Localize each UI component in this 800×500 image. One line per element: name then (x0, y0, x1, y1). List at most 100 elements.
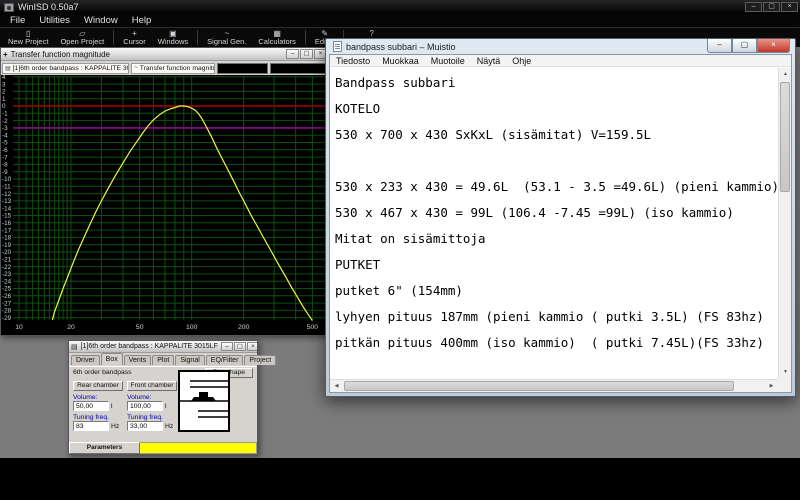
project-close-button[interactable]: × (247, 342, 257, 351)
front-tuning-field[interactable]: 33,00 (127, 421, 163, 431)
scroll-up-icon[interactable]: ▲ (779, 68, 792, 81)
project-window: ▤ [1]6th order bandpass : KAPPALITE 3015… (68, 340, 258, 455)
scroll-left-icon[interactable]: ◀ (330, 380, 343, 393)
notepad-menu-muokkaa[interactable]: Muokkaa (376, 56, 425, 66)
notepad-window: bandpass subbari – Muistio – ▢ × Tiedost… (325, 38, 796, 397)
menu-window[interactable]: Window (77, 15, 125, 26)
toolbar-button-open-project[interactable]: ▱Open Project (54, 28, 110, 47)
svg-text:2: 2 (2, 89, 6, 96)
front-chamber-panel: Front chamber Volume: 100,00 l Tuning fr… (127, 381, 177, 450)
svg-text:0: 0 (2, 103, 6, 110)
svg-text:-15: -15 (2, 213, 12, 220)
toolbar-separator (113, 30, 114, 45)
svg-text:-21: -21 (2, 257, 12, 264)
notepad-text: Bandpass subbari KOTELO 530 x 700 x 430 … (330, 68, 778, 356)
menu-file[interactable]: File (3, 15, 32, 26)
toolbar-button-new-project[interactable]: ▯New Project (2, 28, 54, 47)
project-maximize-button[interactable]: ▢ (234, 342, 246, 351)
horizontal-scroll-thumb[interactable] (344, 381, 734, 391)
svg-text:4: 4 (2, 75, 6, 81)
notepad-vertical-scrollbar[interactable]: ▲ ▼ (778, 68, 791, 379)
project-window-footer: Parameters (69, 442, 257, 454)
menu-help[interactable]: Help (125, 15, 159, 26)
notepad-maximize-button[interactable]: ▢ (732, 39, 757, 53)
front-tuning-label: Tuning freq. (127, 414, 177, 421)
cursor-readout-2 (270, 63, 328, 74)
notepad-menu-muotoile[interactable]: Muotoile (425, 56, 471, 66)
close-button[interactable]: × (781, 2, 798, 12)
svg-text:-27: -27 (2, 300, 12, 307)
notepad-menu-nayta[interactable]: Näytä (471, 56, 507, 66)
scrollbar-corner (778, 379, 791, 392)
toolbar-button-label: Calculators (258, 38, 296, 46)
svg-text:3: 3 (2, 81, 6, 88)
plot-minimize-button[interactable]: – (286, 49, 299, 59)
toolbar-button-label: Signal Gen. (207, 38, 246, 46)
front-chamber-header[interactable]: Front chamber (127, 381, 177, 391)
svg-text:-4: -4 (2, 132, 8, 139)
scroll-right-icon[interactable]: ▶ (765, 380, 778, 393)
svg-text:-26: -26 (2, 293, 12, 300)
menu-utilities[interactable]: Utilities (32, 15, 77, 26)
notepad-menu-ohje[interactable]: Ohje (506, 56, 537, 66)
project-minimize-button[interactable]: – (221, 342, 233, 351)
plot-window-title: Transfer function magnitude (11, 50, 110, 59)
plot-maximize-button[interactable]: ▢ (300, 49, 313, 59)
tab-eq-filter[interactable]: EQ/Filter (206, 355, 244, 365)
toolbar-button-label: Windows (158, 38, 188, 46)
graph-selector-dropdown[interactable]: ~ Transfer function magnitude ▸ (131, 63, 214, 74)
rear-volume-field[interactable]: 50,00 (73, 401, 109, 411)
plot-canvas[interactable]: 43210-1-2-3-4-5-6-7-8-9-10-11-12-13-14-1… (1, 75, 329, 335)
notepad-close-button[interactable]: × (757, 39, 790, 53)
tab-signal[interactable]: Signal (175, 355, 204, 365)
tab-driver[interactable]: Driver (71, 355, 100, 365)
toolbar-button-windows[interactable]: ▣Windows (152, 28, 194, 47)
notepad-icon (333, 41, 342, 52)
svg-text:-8: -8 (2, 162, 8, 169)
rear-chamber-header[interactable]: Rear chamber (73, 381, 123, 391)
toolbar-button-signal-gen-[interactable]: ~Signal Gen. (201, 28, 252, 47)
plot-window-icon: + (3, 50, 8, 59)
notepad-horizontal-scrollbar[interactable]: ◀ ▶ (330, 379, 778, 392)
winisd-app-icon (4, 3, 14, 12)
notepad-minimize-button[interactable]: – (707, 39, 732, 53)
front-volume-field[interactable]: 100,00 (127, 401, 163, 411)
toolbar-button-cursor[interactable]: +Cursor (117, 28, 152, 47)
parameters-button[interactable]: Parameters (69, 442, 140, 454)
svg-text:-9: -9 (2, 169, 8, 176)
svg-text:50: 50 (136, 324, 144, 331)
maximize-button[interactable]: ▢ (763, 2, 780, 12)
rear-tuning-unit: Hz (111, 423, 119, 430)
notepad-menu-tiedosto[interactable]: Tiedosto (330, 56, 376, 66)
box-tab-content: 6th order bandpass Box shape Rear chambe… (69, 366, 257, 442)
toolbar-button-label: Cursor (123, 38, 146, 46)
toolbar-button-calculators[interactable]: ▦Calculators (252, 28, 302, 47)
project-window-title: [1]6th order bandpass : KAPPALITE 3015LF (81, 343, 218, 350)
tab-plot[interactable]: Plot (152, 355, 174, 365)
project-window-titlebar: ▤ [1]6th order bandpass : KAPPALITE 3015… (69, 341, 257, 353)
box-cross-section-diagram (178, 370, 230, 432)
svg-text:-3: -3 (2, 125, 8, 132)
cursor-readout-1 (217, 63, 269, 74)
tab-project[interactable]: Project (244, 355, 276, 365)
rear-tuning-field[interactable]: 83 (73, 421, 109, 431)
project-color-bar (140, 442, 257, 454)
minimize-button[interactable]: – (745, 2, 762, 12)
notepad-text-area[interactable]: Bandpass subbari KOTELO 530 x 700 x 430 … (330, 68, 778, 379)
svg-text:-5: -5 (2, 140, 8, 147)
box-type-label: 6th order bandpass (73, 369, 132, 376)
winisd-menubar: FileUtilitiesWindowHelp (0, 14, 800, 28)
vertical-scroll-thumb[interactable] (780, 82, 790, 192)
project-tabs: DriverBoxVentsPlotSignalEQ/FilterProject (69, 353, 257, 365)
svg-text:1: 1 (2, 96, 6, 103)
front-volume-unit: l (165, 403, 167, 410)
tab-vents[interactable]: Vents (124, 355, 152, 365)
project-selector-dropdown[interactable]: ▤ [1]6th order bandpass : KAPPALITE 3015… (2, 63, 129, 74)
tab-box[interactable]: Box (101, 353, 123, 365)
svg-text:-2: -2 (2, 118, 8, 125)
notepad-body: TiedostoMuokkaaMuotoileNäytäOhje Bandpas… (329, 54, 792, 393)
project-window-icon: ▤ (71, 343, 78, 351)
svg-text:-20: -20 (2, 249, 12, 256)
scroll-down-icon[interactable]: ▼ (779, 366, 792, 379)
transfer-function-icon: ~ (134, 65, 138, 71)
